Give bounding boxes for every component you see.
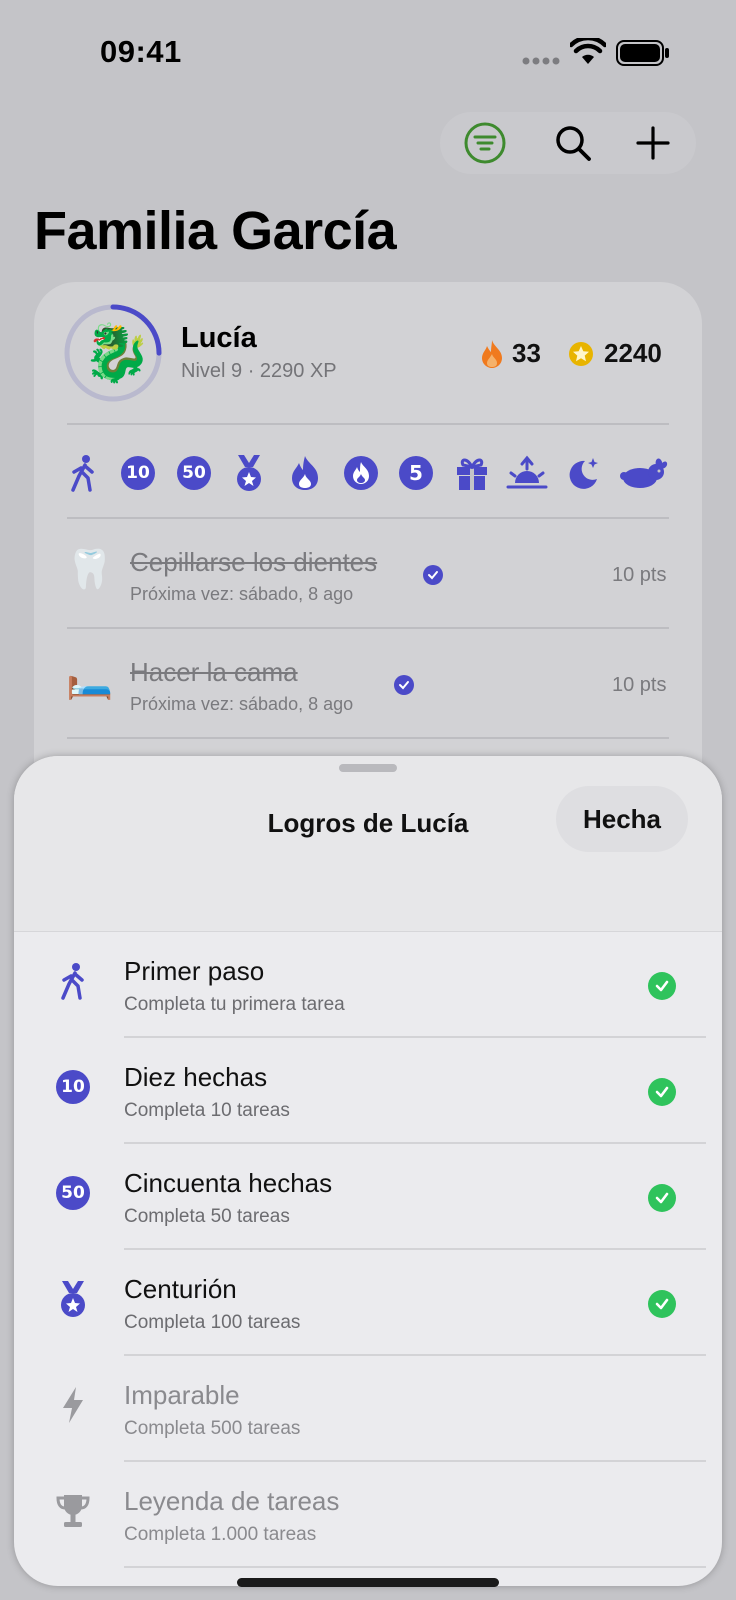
flame-badge-icon[interactable] <box>282 450 328 496</box>
sunrise-badge-icon[interactable] <box>504 450 550 496</box>
search-button[interactable] <box>538 112 608 174</box>
bed-icon: 🛏️ <box>66 659 114 701</box>
battery-icon <box>616 40 669 66</box>
achievement-row[interactable]: Primer paso Completa tu primera tarea <box>14 932 722 1038</box>
task-title[interactable]: Cepillarse los dientes <box>130 547 377 578</box>
achievement-desc: Completa 500 tareas <box>124 1418 301 1439</box>
achievement-title: Primer paso <box>124 956 265 986</box>
search-icon <box>556 126 591 161</box>
achievement-title: Centurión <box>124 1274 237 1304</box>
task-title[interactable]: Hacer la cama <box>130 657 298 688</box>
task-done-check-icon <box>394 675 414 695</box>
star-coin-icon <box>569 341 593 366</box>
fifty-badge-icon: 50 <box>54 1174 92 1212</box>
divider <box>67 627 669 629</box>
achievement-desc: Completa 10 tareas <box>124 1100 290 1121</box>
badges-row: 10 50 5 <box>60 450 680 496</box>
coins-counter: 2240 <box>568 338 662 369</box>
achievement-desc: Completa 100 tareas <box>124 1312 301 1333</box>
achievement-desc: Completa 50 tareas <box>124 1206 290 1227</box>
divider <box>67 517 669 519</box>
done-button[interactable]: Hecha <box>556 786 688 852</box>
achievement-row[interactable]: Imparable Completa 500 tareas <box>14 1356 722 1462</box>
streak-counter: 33 <box>480 338 541 369</box>
achievement-row[interactable]: 10 Diez hechas Completa 10 tareas <box>14 1038 722 1144</box>
plus-icon <box>636 126 670 160</box>
status-time: 09:41 <box>100 34 182 69</box>
medal-icon <box>54 1280 92 1318</box>
bolt-icon <box>54 1386 92 1424</box>
unlocked-check-icon <box>648 972 676 1000</box>
ten-badge-icon[interactable]: 10 <box>115 450 161 496</box>
task-points: 10 pts <box>612 674 667 696</box>
achievement-title: Leyenda de tareas <box>124 1486 340 1516</box>
status-bar: 09:41 <box>0 0 736 100</box>
achievement-title: Imparable <box>124 1380 240 1410</box>
avatar: 🐉 <box>82 321 152 384</box>
wifi-icon <box>570 38 606 64</box>
page-title: Familia García <box>34 201 397 261</box>
flame-icon <box>482 339 502 368</box>
fifty-badge-icon[interactable]: 50 <box>171 450 217 496</box>
tooth-icon: 🦷 <box>66 549 114 591</box>
task-points: 10 pts <box>612 564 667 586</box>
walk-badge-icon[interactable] <box>60 450 106 496</box>
sheet-header: Logros de Lucía Hecha <box>14 756 722 932</box>
unlocked-check-icon <box>648 1184 676 1212</box>
task-next-date: Próxima vez: sábado, 8 ago <box>130 584 354 604</box>
home-indicator[interactable] <box>237 1578 499 1587</box>
divider <box>67 737 669 739</box>
streak-value: 33 <box>512 338 541 368</box>
cellular-signal-icon <box>522 57 560 65</box>
moon-badge-icon[interactable] <box>560 450 606 496</box>
member-name: Lucía <box>181 322 257 354</box>
five-badge-icon[interactable]: 5 <box>393 450 439 496</box>
member-level: Nivel 9 · 2290 XP <box>181 360 337 382</box>
achievement-row[interactable]: 50 Cincuenta hechas Completa 50 tareas <box>14 1144 722 1250</box>
divider <box>124 1566 706 1568</box>
divider <box>67 423 669 425</box>
unlocked-check-icon <box>648 1290 676 1318</box>
achievements-sheet: Logros de Lucía Hecha Primer paso Comple… <box>14 756 722 1586</box>
coins-value: 2240 <box>604 338 662 368</box>
flame-circle-badge-icon[interactable] <box>338 450 384 496</box>
achievement-desc: Completa tu primera tarea <box>124 994 345 1015</box>
rabbit-badge-icon[interactable] <box>616 450 672 496</box>
ten-badge-icon: 10 <box>54 1068 92 1106</box>
trophy-icon <box>54 1492 92 1530</box>
achievement-title: Diez hechas <box>124 1062 268 1092</box>
achievement-row[interactable]: Leyenda de tareas Completa 1.000 tareas <box>14 1462 722 1568</box>
unlocked-check-icon <box>648 1078 676 1106</box>
walk-icon <box>54 962 92 1000</box>
task-next-date: Próxima vez: sábado, 8 ago <box>130 694 354 714</box>
filter-icon <box>464 122 506 164</box>
task-done-check-icon <box>423 565 443 585</box>
top-toolbar <box>440 112 696 174</box>
gift-badge-icon[interactable] <box>449 450 495 496</box>
medal-badge-icon[interactable] <box>226 450 272 496</box>
sheet-grabber[interactable] <box>339 764 397 772</box>
achievement-row[interactable]: Centurión Completa 100 tareas <box>14 1250 722 1356</box>
achievement-desc: Completa 1.000 tareas <box>124 1524 317 1545</box>
achievement-title: Cincuenta hechas <box>124 1168 333 1198</box>
add-button[interactable] <box>618 112 688 174</box>
filter-button[interactable] <box>450 112 520 174</box>
